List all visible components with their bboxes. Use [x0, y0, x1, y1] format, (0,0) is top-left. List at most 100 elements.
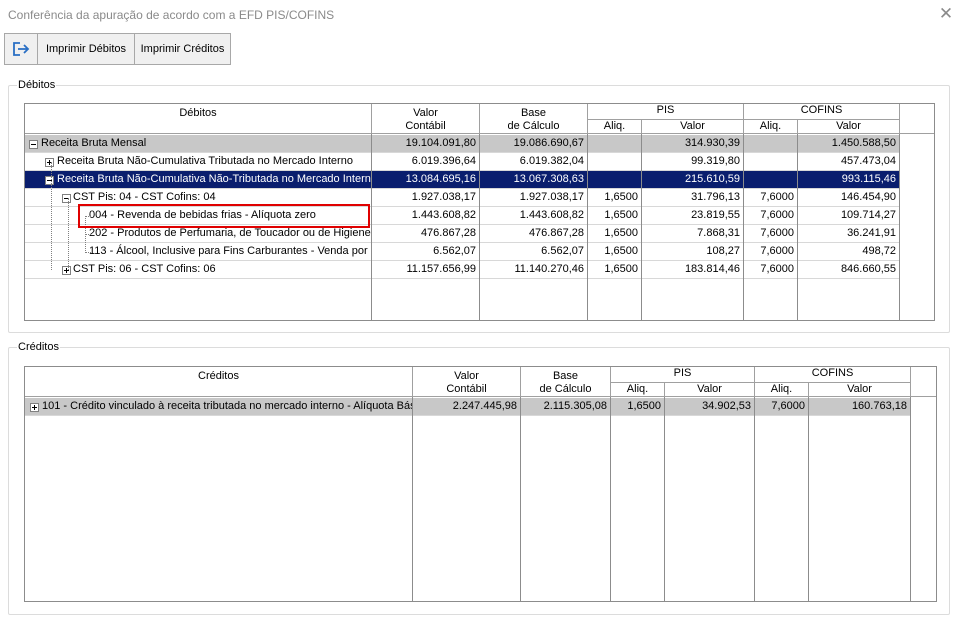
- debits-header-pis-valor[interactable]: Valor: [642, 120, 744, 134]
- credits-header-cofins-aliq[interactable]: Aliq.: [755, 383, 809, 397]
- debits-cell-valor-contabil: 476.867,28: [372, 225, 479, 243]
- debits-header-cofins-aliq[interactable]: Aliq.: [744, 120, 798, 134]
- credits-cell-valor-contabil: 2.247.445,98: [413, 398, 520, 416]
- debits-header-name[interactable]: Débitos: [25, 104, 372, 134]
- highlight-box: [78, 204, 370, 228]
- credits-grid[interactable]: Créditos Valor Contábil Base de Cálculo PI…: [24, 366, 937, 602]
- debits-cell-base-calculo: 476.867,28: [480, 225, 587, 243]
- debits-header-valor-contabil[interactable]: Valor Contábil: [372, 104, 480, 134]
- credits-col-divider: [412, 397, 413, 601]
- credits-cell-base-calculo: 2.115.305,08: [521, 398, 610, 416]
- debits-cell-base-calculo: 1.927.038,17: [480, 189, 587, 207]
- debits-cell-base-calculo: 11.140.270,46: [480, 261, 587, 279]
- debits-cell-pis-valor: 314.930,39: [642, 135, 743, 153]
- debits-cell-cofins-valor: 846.660,55: [798, 261, 899, 279]
- credits-cell-pis-aliq: 1,6500: [611, 398, 664, 416]
- debits-cell-pis-aliq: 1,6500: [588, 243, 641, 261]
- debits-row[interactable]: Receita Bruta Não-Cumulativa Não-Tributa…: [25, 171, 900, 189]
- exit-button[interactable]: [4, 33, 38, 65]
- credits-cell-cofins-valor: 160.763,18: [809, 398, 910, 416]
- credits-header-cofins-valor[interactable]: Valor: [809, 383, 911, 397]
- credits-header-valor-contabil[interactable]: Valor Contábil: [413, 367, 521, 397]
- credits-header-pis: PIS: [611, 367, 755, 383]
- credits-header-pis-valor[interactable]: Valor: [665, 383, 755, 397]
- debits-cell-valor-contabil: 6.019.396,64: [372, 153, 479, 171]
- collapse-icon[interactable]: [62, 194, 71, 203]
- debits-header-cofins-valor[interactable]: Valor: [798, 120, 900, 134]
- debits-col-divider: [479, 134, 480, 320]
- expand-icon[interactable]: [30, 403, 39, 412]
- debits-cell-pis-valor: 183.814,46: [642, 261, 743, 279]
- debits-cell-cofins-aliq: 7,6000: [744, 207, 797, 225]
- debits-row[interactable]: CST Pis: 06 - CST Cofins: 06 11.157.656,9…: [25, 261, 900, 279]
- debits-cell-base-calculo: 1.443.608,82: [480, 207, 587, 225]
- expand-icon[interactable]: [45, 158, 54, 167]
- credits-header-name[interactable]: Créditos: [25, 367, 413, 397]
- debits-cell-base-calculo: 6.562,07: [480, 243, 587, 261]
- debits-cell-pis-valor: 215.610,59: [642, 171, 743, 189]
- debits-cell-pis-aliq: 1,6500: [588, 261, 641, 279]
- debits-cell-cofins-valor: 1.450.588,50: [798, 135, 899, 153]
- debits-header-pis-aliq[interactable]: Aliq.: [588, 120, 642, 134]
- credits-col-divider: [754, 397, 755, 601]
- credits-row[interactable]: 101 - Crédito vinculado à receita tribut…: [25, 398, 911, 416]
- window-title: Conferência da apuração de acordo com a …: [8, 8, 335, 22]
- debits-cell-cofins-valor: 36.241,91: [798, 225, 899, 243]
- debits-header-pis: PIS: [588, 104, 744, 120]
- debits-cell-valor-contabil: 6.562,07: [372, 243, 479, 261]
- debits-cell-pis-aliq: [588, 135, 641, 153]
- debits-cell-valor-contabil: 13.084.695,16: [372, 171, 479, 189]
- debits-header-base-calculo[interactable]: Base de Cálculo: [480, 104, 588, 134]
- debits-cell-valor-contabil: 1.443.608,82: [372, 207, 479, 225]
- title-bar: Conferência da apuração de acordo com a …: [0, 0, 960, 30]
- debits-cell-pis-valor: 23.819,55: [642, 207, 743, 225]
- credits-col-divider: [808, 397, 809, 601]
- print-debits-button[interactable]: Imprimir Débitos: [37, 33, 135, 65]
- debits-row-name: Receita Bruta Não-Cumulativa Tributada n…: [25, 153, 371, 171]
- print-credits-button[interactable]: Imprimir Créditos: [134, 33, 231, 65]
- tree-line: [51, 162, 52, 270]
- debits-cell-cofins-aliq: [744, 153, 797, 171]
- close-icon[interactable]: ✕: [938, 5, 954, 23]
- debits-row[interactable]: Receita Bruta Não-Cumulativa Tributada n…: [25, 153, 900, 171]
- credits-header-pis-aliq[interactable]: Aliq.: [611, 383, 665, 397]
- debits-cell-base-calculo: 19.086.690,67: [480, 135, 587, 153]
- debits-cell-valor-contabil: 19.104.091,80: [372, 135, 479, 153]
- credits-header-base-calculo[interactable]: Base de Cálculo: [521, 367, 611, 397]
- debits-row[interactable]: Receita Bruta Mensal 19.104.091,80 19.086.…: [25, 135, 900, 153]
- debits-cell-cofins-valor: 109.714,27: [798, 207, 899, 225]
- debits-cell-pis-valor: 99.319,80: [642, 153, 743, 171]
- debits-grid[interactable]: Débitos Valor Contábil Base de Cálculo PIS…: [24, 103, 935, 321]
- debits-cell-valor-contabil: 11.157.656,99: [372, 261, 479, 279]
- debits-row-name: 113 - Álcool, Inclusive para Fins Carbur…: [25, 243, 371, 261]
- collapse-icon[interactable]: [29, 140, 38, 149]
- debits-col-divider: [797, 134, 798, 320]
- debits-cell-pis-aliq: [588, 171, 641, 189]
- debits-cell-cofins-valor: 146.454,90: [798, 189, 899, 207]
- debits-cell-valor-contabil: 1.927.038,17: [372, 189, 479, 207]
- debits-row[interactable]: 113 - Álcool, Inclusive para Fins Carbur…: [25, 243, 900, 261]
- credits-header-cofins: COFINS: [755, 367, 911, 383]
- debits-header-filler: [900, 104, 934, 134]
- debits-col-divider: [899, 134, 900, 320]
- debits-header-cofins: COFINS: [744, 104, 900, 120]
- credits-col-divider: [664, 397, 665, 601]
- collapse-icon[interactable]: [45, 176, 54, 185]
- credits-cell-cofins-aliq: 7,6000: [755, 398, 808, 416]
- credits-cell-pis-valor: 34.902,53: [665, 398, 754, 416]
- credits-col-divider: [910, 397, 911, 601]
- debits-cell-cofins-valor: 498,72: [798, 243, 899, 261]
- debits-cell-pis-aliq: 1,6500: [588, 225, 641, 243]
- debits-cell-pis-valor: 108,27: [642, 243, 743, 261]
- debits-col-divider: [641, 134, 642, 320]
- debits-cell-cofins-aliq: 7,6000: [744, 261, 797, 279]
- tree-line: [85, 252, 91, 253]
- debits-cell-pis-valor: 31.796,13: [642, 189, 743, 207]
- expand-icon[interactable]: [62, 266, 71, 275]
- debits-row-name: Receita Bruta Mensal: [25, 135, 371, 153]
- debits-cell-pis-valor: 7.868,31: [642, 225, 743, 243]
- debits-row-name: Receita Bruta Não-Cumulativa Não-Tributa…: [25, 171, 371, 189]
- debits-cell-cofins-aliq: 7,6000: [744, 189, 797, 207]
- debits-group-label: Débitos: [17, 79, 57, 91]
- debits-cell-base-calculo: 6.019.382,04: [480, 153, 587, 171]
